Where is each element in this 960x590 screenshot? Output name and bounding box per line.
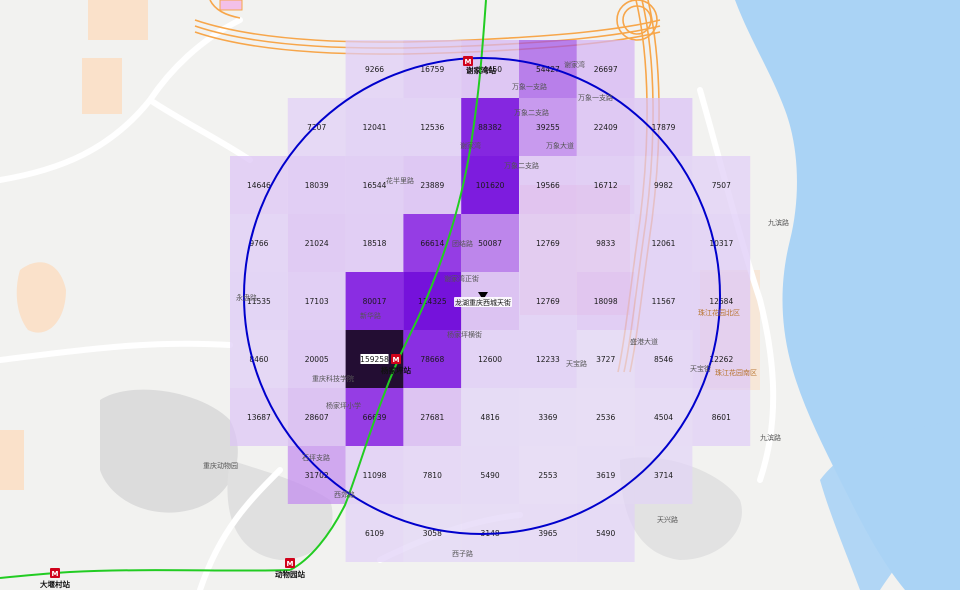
heat-value: 8546 (654, 355, 673, 364)
heat-value: 12769 (536, 297, 560, 306)
place-label: 新华路 (360, 311, 381, 320)
place-label: 珠江花园南区 (715, 368, 757, 377)
heat-value: 11098 (363, 471, 387, 480)
place-label: 谢家湾 (564, 60, 585, 69)
svg-text:M: M (393, 356, 400, 364)
heat-value: 39255 (536, 123, 560, 132)
heat-value: 80017 (363, 297, 387, 306)
heat-value: 159258 (360, 355, 389, 364)
map-view[interactable]: 9266 16759 24450 54427 26697 7207 12041 12536 88… (0, 0, 960, 590)
station-label: 杨家坪站 (381, 365, 411, 375)
place-label: 团结路 (452, 239, 473, 248)
heat-value: 26697 (594, 65, 618, 74)
heat-value: 3619 (596, 471, 615, 480)
place-label: 西郊路 (334, 490, 355, 499)
heat-value: 12536 (420, 123, 444, 132)
heat-value: 101620 (476, 181, 505, 190)
center-label: 龙湖重庆西城天街 (455, 298, 511, 307)
heat-value: 18098 (594, 297, 618, 306)
heat-value: 3965 (538, 529, 557, 538)
heat-value: 20005 (305, 355, 329, 364)
svg-text:M: M (52, 570, 59, 578)
heat-value: 4504 (654, 413, 673, 422)
heat-value: 114325 (418, 297, 447, 306)
heat-value: 6109 (365, 529, 384, 538)
heat-value: 21024 (305, 239, 329, 248)
place-label: 重庆科技学院 (312, 374, 354, 383)
place-label: 九滨路 (760, 433, 781, 442)
heat-value: 7507 (712, 181, 731, 190)
heat-value: 3369 (538, 413, 557, 422)
heat-value: 17103 (305, 297, 329, 306)
heat-value: 66614 (420, 239, 444, 248)
heat-value: 28607 (305, 413, 329, 422)
heat-value: 9266 (365, 65, 384, 74)
heat-value: 16544 (363, 181, 387, 190)
place-label: 谢家湾正街 (444, 274, 479, 283)
heat-value: 12041 (363, 123, 387, 132)
heat-value: 18039 (305, 181, 329, 190)
heat-value: 23889 (420, 181, 444, 190)
heat-value: 19566 (536, 181, 560, 190)
heat-value: 16759 (420, 65, 444, 74)
place-label: 永盘路 (236, 293, 257, 302)
place-label: 重庆动物园 (203, 461, 238, 470)
place-label: 盛港大道 (630, 337, 658, 346)
heat-value: 12061 (652, 239, 676, 248)
heat-value: 9833 (596, 239, 615, 248)
place-label: 杨家坪横街 (447, 330, 482, 339)
heat-value: 9766 (249, 239, 268, 248)
heat-value: 78668 (420, 355, 444, 364)
place-label: 天宝街 (690, 364, 711, 373)
heat-value: 17879 (652, 123, 676, 132)
heat-value: 12600 (478, 355, 502, 364)
place-label: 天宝路 (566, 359, 587, 368)
place-label: 珠江花园北区 (698, 308, 740, 317)
heat-value: 8601 (712, 413, 731, 422)
heat-value: 3727 (596, 355, 615, 364)
heat-value: 12769 (536, 239, 560, 248)
heat-value: 5490 (596, 529, 615, 538)
svg-text:M: M (465, 58, 472, 66)
heat-value: 13687 (247, 413, 271, 422)
heat-value: 3714 (654, 471, 673, 480)
heat-value: 2553 (538, 471, 557, 480)
svg-text:M: M (287, 560, 294, 568)
heat-value: 9982 (654, 181, 673, 190)
heat-value: 27681 (420, 413, 444, 422)
place-label: 万象一支路 (512, 82, 547, 91)
place-label: 花半里路 (386, 176, 414, 185)
place-label: 万象大道 (546, 141, 574, 150)
heat-value: 2536 (596, 413, 615, 422)
station-label: 谢家湾站 (466, 65, 496, 75)
heat-value: 18518 (363, 239, 387, 248)
heat-value: 12684 (709, 297, 733, 306)
heat-value: 88382 (478, 123, 502, 132)
heat-value: 12233 (536, 355, 560, 364)
heat-value: 5490 (481, 471, 500, 480)
place-label: 杨家坪小学 (326, 401, 361, 410)
place-label: 万象二支路 (514, 108, 549, 117)
place-label: 谢家湾 (460, 141, 481, 150)
place-label: 九滨路 (768, 218, 789, 227)
station-label: 动物园站 (275, 569, 305, 579)
heat-value: 50087 (478, 239, 502, 248)
heat-value: 7810 (423, 471, 442, 480)
heat-value: 11567 (652, 297, 676, 306)
heat-value: 22409 (594, 123, 618, 132)
place-label: 西子路 (452, 549, 473, 558)
station-label: 大堰村站 (40, 579, 70, 589)
place-label: 万象二支路 (504, 161, 539, 170)
heat-value: 4816 (481, 413, 500, 422)
map-canvas[interactable]: 9266 16759 24450 54427 266977207 12041 12536 88… (0, 0, 960, 590)
heat-value: 14646 (247, 181, 271, 190)
place-label: 万象一支路 (578, 93, 613, 102)
place-label: 石坪支路 (302, 453, 330, 462)
place-label: 天兴路 (657, 515, 678, 524)
heat-value: 16712 (594, 181, 618, 190)
